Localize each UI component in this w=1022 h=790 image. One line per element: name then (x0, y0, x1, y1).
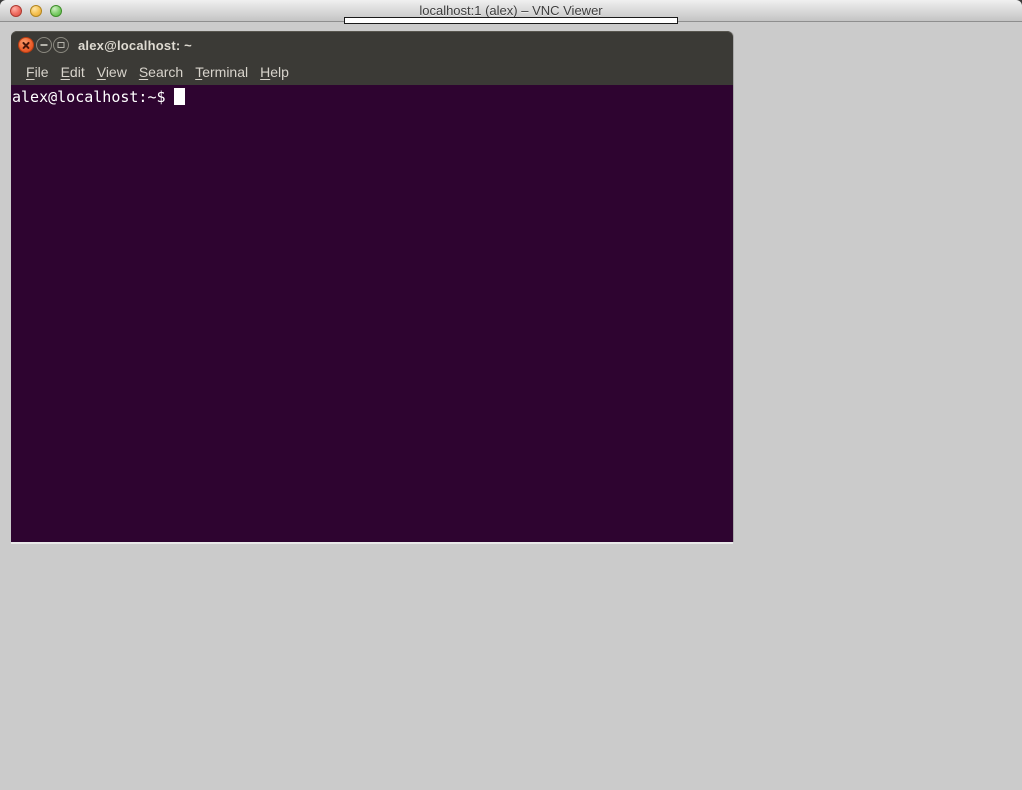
menu-help[interactable]: Help (254, 60, 295, 85)
menu-file[interactable]: File (20, 60, 55, 85)
terminal-cursor-icon (174, 88, 185, 105)
terminal-close-button[interactable] (18, 37, 34, 53)
shell-prompt: alex@localhost:~$ (12, 88, 166, 106)
vnc-toolbar-tab[interactable] (344, 17, 678, 24)
terminal-titlebar[interactable]: alex@localhost: ~ (11, 31, 733, 60)
menu-search[interactable]: Search (133, 60, 189, 85)
remote-desktop: alex@localhost: ~ File Edit View Search … (0, 23, 1022, 790)
menu-edit[interactable]: Edit (55, 60, 91, 85)
terminal-maximize-button[interactable] (53, 37, 69, 53)
terminal-title: alex@localhost: ~ (78, 31, 192, 60)
menu-view[interactable]: View (91, 60, 133, 85)
terminal-menubar: File Edit View Search Terminal Help (11, 60, 733, 85)
terminal-screen[interactable]: alex@localhost:~$ (11, 85, 733, 542)
terminal-window: alex@localhost: ~ File Edit View Search … (11, 31, 733, 542)
terminal-minimize-button[interactable] (36, 37, 52, 53)
maximize-icon (58, 42, 65, 48)
close-icon (22, 41, 31, 50)
minimize-icon (41, 44, 48, 46)
vnc-viewer-window: localhost:1 (alex) – VNC Viewer alex@loc… (0, 0, 1022, 790)
terminal-line: alex@localhost:~$ (12, 87, 733, 106)
menu-terminal[interactable]: Terminal (189, 60, 254, 85)
